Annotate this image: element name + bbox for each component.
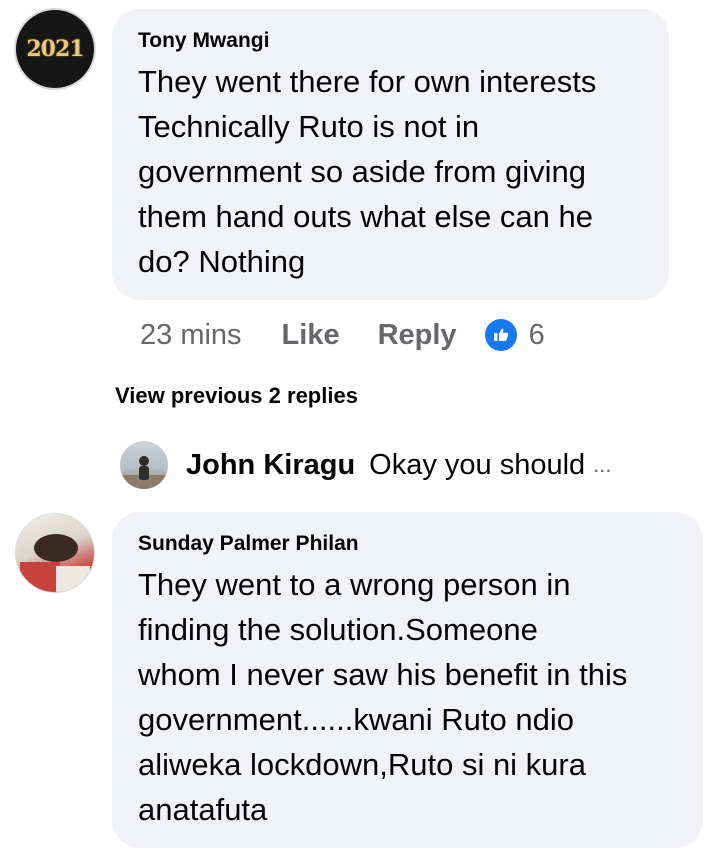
comment-text: They went there for own interests Techni… bbox=[138, 64, 597, 279]
thumbs-up-icon[interactable] bbox=[484, 319, 517, 351]
comment-author[interactable]: Tony Mwangi bbox=[138, 27, 643, 55]
comment-bubble: Sunday Palmer Philan They went to a wron… bbox=[112, 512, 703, 848]
reaction-count[interactable]: 6 bbox=[529, 319, 545, 352]
reply-preview[interactable]: John Kiragu Okay you should ... bbox=[120, 440, 612, 490]
reply-ellipsis: ... bbox=[593, 452, 612, 477]
comment-text: They went to a wrong person in finding t… bbox=[138, 567, 628, 827]
avatar[interactable] bbox=[120, 441, 168, 489]
view-previous-replies-link[interactable]: View previous 2 replies bbox=[115, 383, 358, 409]
comment-bubble: Tony Mwangi They went there for own inte… bbox=[112, 9, 669, 300]
like-button[interactable]: Like bbox=[282, 319, 340, 352]
comment-author[interactable]: Sunday Palmer Philan bbox=[138, 530, 677, 558]
reply-button[interactable]: Reply bbox=[378, 319, 457, 352]
avatar[interactable]: 2021 bbox=[16, 10, 94, 88]
comment-timestamp[interactable]: 23 mins bbox=[140, 319, 242, 352]
comment-actions: 23 mins Like Reply 6 bbox=[140, 312, 545, 358]
reply-text: Okay you should bbox=[369, 448, 586, 481]
reply-author[interactable]: John Kiragu bbox=[186, 449, 355, 482]
avatar-label: 2021 bbox=[26, 36, 84, 62]
avatar[interactable] bbox=[16, 514, 94, 592]
